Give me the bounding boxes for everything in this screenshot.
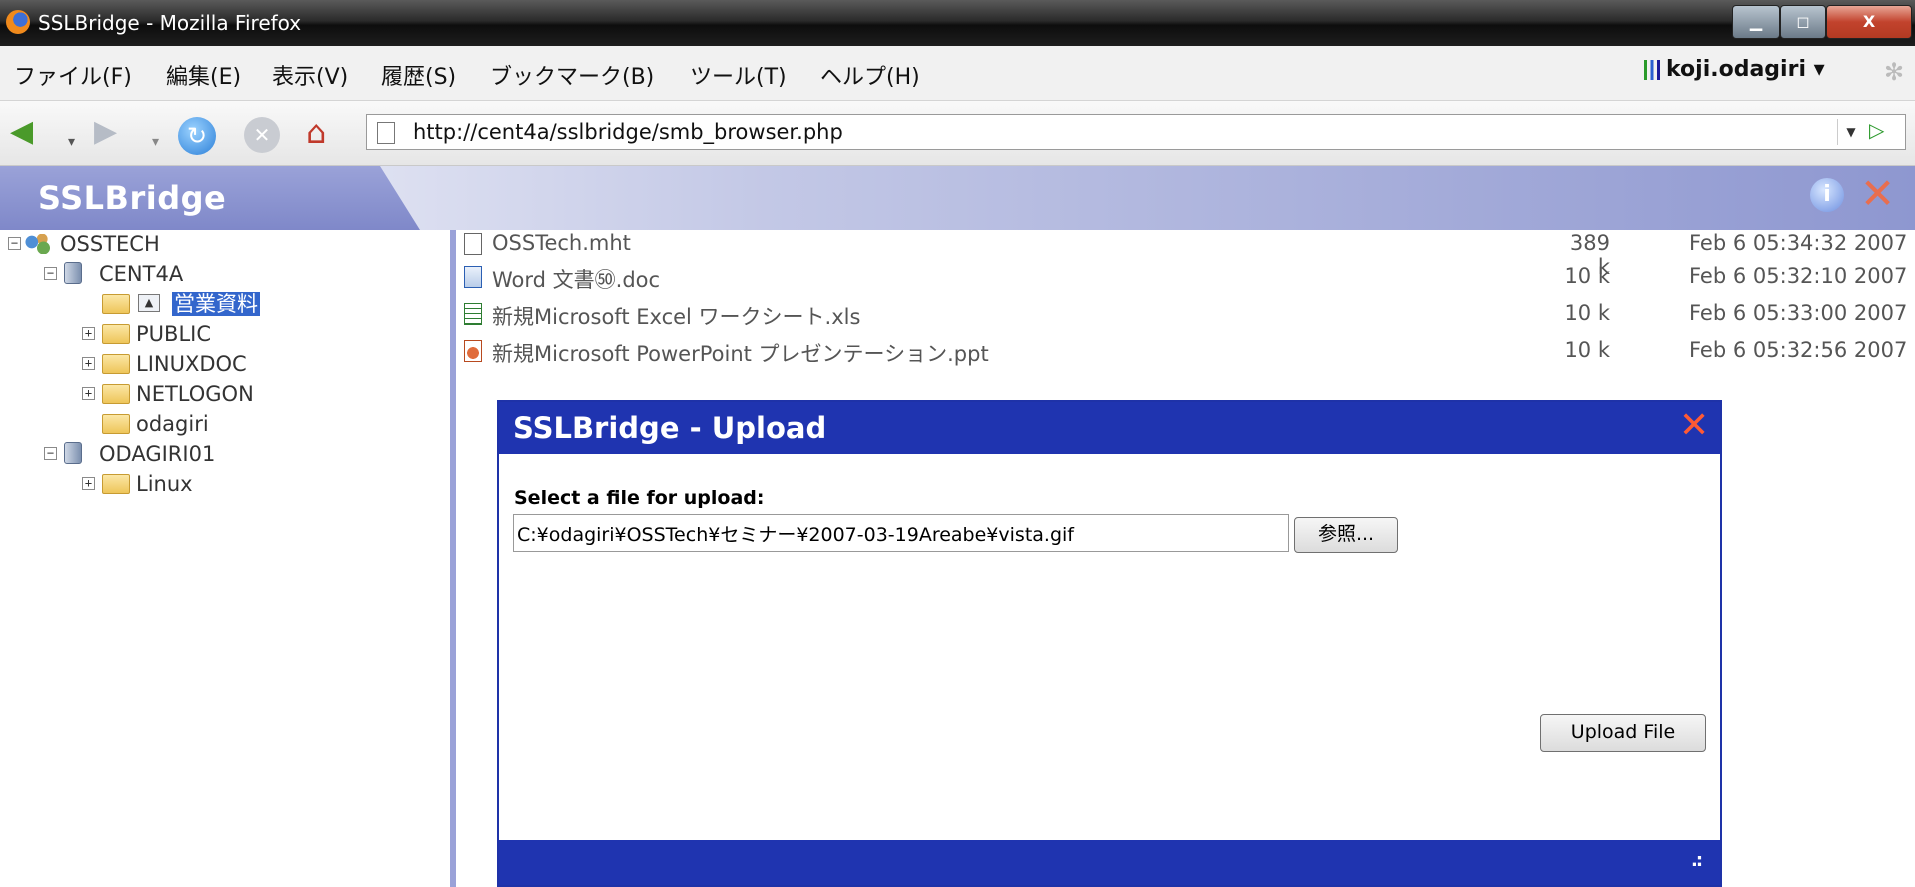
tree-toggle-icon[interactable]: + [82, 477, 95, 490]
dialog-close-icon[interactable]: ✕ [1679, 404, 1709, 448]
url-text[interactable]: http://cent4a/sslbridge/smb_browser.php [413, 120, 843, 144]
app-header: SSLBridge [0, 166, 1915, 230]
tree-label[interactable]: PUBLIC [136, 322, 211, 346]
tree-toggle-icon[interactable]: + [82, 327, 95, 340]
window-title: SSLBridge - Mozilla Firefox [38, 11, 302, 35]
throbber-icon: ✻ [1884, 58, 1905, 86]
upload-dialog: SSLBridge - Upload ✕ Select a file for u… [497, 400, 1722, 887]
logout-close-icon[interactable]: ✕ [1860, 172, 1895, 216]
file-icon [464, 233, 482, 255]
go-icon[interactable]: ▷ [1869, 118, 1884, 142]
menu-history[interactable]: 履歴(S) [381, 59, 456, 91]
page-icon [377, 122, 395, 144]
url-history-dropdown-icon[interactable]: ▼ [1837, 119, 1864, 145]
menu-view[interactable]: 表示(V) [272, 59, 348, 91]
forward-arrow-icon[interactable]: ▶ [94, 115, 117, 149]
folder-icon [102, 354, 130, 374]
powerpoint-icon [464, 340, 482, 362]
file-row[interactable]: OSSTech.mht 389 k Feb 6 05:34:32 2007 [456, 230, 1915, 279]
up-folder-icon[interactable]: ▲ [138, 294, 160, 312]
tree-toggle-icon[interactable]: − [44, 447, 57, 460]
tree-label[interactable]: LINUXDOC [136, 352, 247, 376]
reload-icon[interactable]: ↻ [178, 117, 216, 155]
server-icon [64, 262, 82, 284]
file-name[interactable]: 新規Microsoft PowerPoint プレゼンテーション.ppt [492, 338, 989, 368]
excel-sheet-icon [464, 303, 482, 325]
file-size: 10 k [1564, 301, 1610, 325]
file-date: Feb 6 05:32:56 2007 [1689, 338, 1908, 362]
address-bar[interactable]: http://cent4a/sslbridge/smb_browser.php … [366, 114, 1906, 150]
dialog-footer [499, 840, 1720, 885]
menu-bar: ファイル(F) 編集(E) 表示(V) 履歴(S) ブックマーク(B) ツール(… [0, 46, 1915, 101]
window-titlebar: SSLBridge - Mozilla Firefox ▁ ◻ X [0, 0, 1915, 46]
tree-toggle-icon[interactable]: + [82, 387, 95, 400]
network-icon [24, 234, 50, 254]
user-name: koji.odagiri ▾ [1666, 57, 1825, 82]
info-icon[interactable]: i [1810, 178, 1844, 212]
folder-icon [102, 324, 130, 344]
forward-history-dropdown-icon[interactable]: ▾ [152, 125, 159, 159]
upload-file-button[interactable]: Upload File [1540, 714, 1706, 752]
close-window-button[interactable]: X [1826, 5, 1912, 39]
nav-toolbar: ◀ ▾ ▶ ▾ ↻ ✕ ⌂ http://cent4a/sslbridge/sm… [0, 101, 1915, 166]
file-size: 10 k [1564, 264, 1610, 288]
user-menu[interactable]: koji.odagiri ▾ [1644, 57, 1825, 82]
folder-tree: − OSSTECH − CENT4A ▲ 営業資料 + PUBLIC + LIN… [0, 230, 450, 887]
user-status-icon [1644, 60, 1660, 80]
app-brand: SSLBridge [38, 179, 227, 217]
file-list: OSSTech.mht 389 k Feb 6 05:34:32 2007 Wo… [456, 230, 1915, 366]
tree-toggle-icon[interactable]: − [44, 267, 57, 280]
folder-icon [102, 414, 130, 434]
minimize-button[interactable]: ▁ [1732, 5, 1780, 39]
upload-prompt: Select a file for upload: [514, 487, 765, 509]
dialog-title: SSLBridge - Upload [513, 411, 827, 445]
file-date: Feb 6 05:34:32 2007 [1689, 231, 1908, 255]
resize-grip-icon[interactable]: .: [1691, 850, 1703, 871]
tree-toggle-icon[interactable]: + [82, 357, 95, 370]
open-folder-icon [102, 294, 130, 314]
file-path-input[interactable] [513, 514, 1289, 552]
file-size: 10 k [1564, 338, 1610, 362]
maximize-button[interactable]: ◻ [1780, 5, 1826, 39]
file-date: Feb 6 05:32:10 2007 [1689, 264, 1908, 288]
file-name[interactable]: 新規Microsoft Excel ワークシート.xls [492, 301, 860, 331]
browse-button[interactable]: 参照... [1294, 517, 1398, 553]
folder-icon [102, 384, 130, 404]
menu-file[interactable]: ファイル(F) [14, 59, 132, 91]
tree-label[interactable]: CENT4A [99, 262, 183, 286]
menu-tools[interactable]: ツール(T) [690, 59, 787, 91]
back-history-dropdown-icon[interactable]: ▾ [68, 125, 75, 159]
file-date: Feb 6 05:33:00 2007 [1689, 301, 1908, 325]
file-row[interactable]: Word 文書㊿.doc 10 k Feb 6 05:32:10 2007 [456, 263, 1915, 293]
tree-label-selected[interactable]: 営業資料 [172, 292, 260, 316]
stop-icon[interactable]: ✕ [244, 117, 280, 153]
file-row[interactable]: 新規Microsoft Excel ワークシート.xls 10 k Feb 6 … [456, 300, 1915, 330]
file-row[interactable]: 新規Microsoft PowerPoint プレゼンテーション.ppt 10 … [456, 337, 1915, 367]
menu-edit[interactable]: 編集(E) [166, 59, 241, 91]
server-icon [64, 442, 82, 464]
tree-label[interactable]: NETLOGON [136, 382, 254, 406]
word-doc-icon [464, 266, 482, 288]
back-arrow-icon[interactable]: ◀ [10, 115, 33, 149]
tree-label[interactable]: odagiri [136, 412, 209, 436]
tree-label[interactable]: OSSTECH [60, 232, 160, 256]
tree-label[interactable]: ODAGIRI01 [99, 442, 215, 466]
folder-icon [102, 474, 130, 494]
tree-label[interactable]: Linux [136, 472, 193, 496]
home-icon[interactable]: ⌂ [306, 115, 326, 149]
file-name[interactable]: Word 文書㊿.doc [492, 264, 660, 294]
tree-toggle-icon[interactable]: − [8, 237, 21, 250]
firefox-logo-icon [6, 10, 30, 34]
file-name[interactable]: OSSTech.mht [492, 231, 631, 255]
menu-bookmarks[interactable]: ブックマーク(B) [490, 59, 654, 91]
menu-help[interactable]: ヘルプ(H) [820, 59, 920, 91]
dialog-titlebar[interactable]: SSLBridge - Upload ✕ [499, 402, 1720, 454]
